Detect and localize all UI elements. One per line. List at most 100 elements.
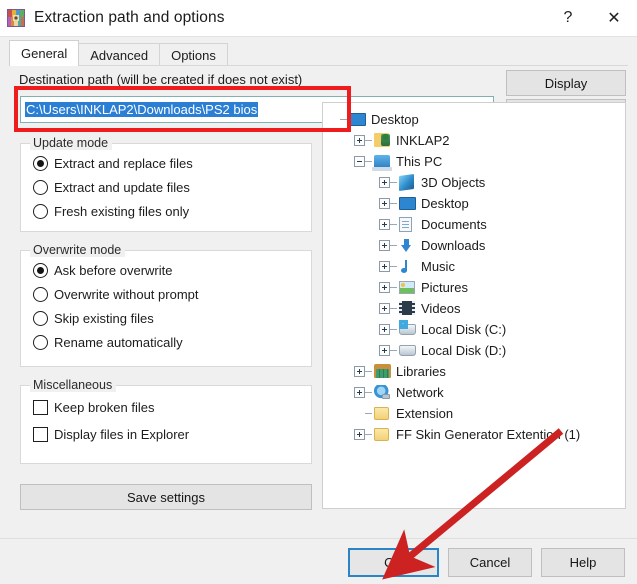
destination-path-value: C:\Users\INKLAP2\Downloads\PS2 bios xyxy=(25,102,259,117)
folder-icon-glyph xyxy=(374,427,389,441)
tree-item[interactable]: Extension xyxy=(323,403,625,424)
tree-item[interactable]: INKLAP2 xyxy=(323,130,625,151)
documents-icon-glyph xyxy=(399,216,412,232)
tree-item[interactable]: FF Skin Generator Extention (1) xyxy=(323,424,625,445)
tree-item[interactable]: Videos xyxy=(323,298,625,319)
expand-plus-icon[interactable] xyxy=(379,324,390,335)
tab-general[interactable]: General xyxy=(9,40,80,66)
miscellaneous-group: Miscellaneous Keep broken files Display … xyxy=(20,378,312,464)
title-bar: Extraction path and options ? ✕ xyxy=(0,0,637,36)
expand-plus-icon[interactable] xyxy=(379,345,390,356)
close-icon[interactable]: ✕ xyxy=(591,1,637,35)
this-pc-icon-glyph xyxy=(372,154,392,171)
tree-item-label: Local Disk (D:) xyxy=(421,343,507,358)
libraries-icon-glyph xyxy=(374,363,391,378)
tree-item-label: Desktop xyxy=(421,196,469,211)
expand-plus-icon[interactable] xyxy=(354,387,365,398)
tree-item[interactable]: Downloads xyxy=(323,235,625,256)
tree-item[interactable]: Libraries xyxy=(323,361,625,382)
local-disk-c-icon-glyph xyxy=(399,319,416,335)
radio-ask-before-overwrite[interactable]: Ask before overwrite xyxy=(33,260,173,280)
tree-item[interactable]: Local Disk (D:) xyxy=(323,340,625,361)
window-title: Extraction path and options xyxy=(34,9,225,26)
expand-plus-icon[interactable] xyxy=(379,240,390,251)
folder-icon xyxy=(374,427,391,443)
tree-item-label: Downloads xyxy=(421,238,486,253)
radio-fresh-existing-files-only[interactable]: Fresh existing files only xyxy=(33,201,189,221)
help-button[interactable]: Help xyxy=(541,548,625,577)
monitor-icon xyxy=(399,196,416,212)
expand-plus-icon[interactable] xyxy=(379,177,390,188)
tree-item[interactable]: Pictures xyxy=(323,277,625,298)
option-label: Ask before overwrite xyxy=(54,262,173,278)
3d-objects-icon xyxy=(399,173,416,191)
help-icon[interactable]: ? xyxy=(545,1,591,35)
tree-item[interactable]: Desktop xyxy=(323,193,625,214)
option-label: Overwrite without prompt xyxy=(54,286,199,302)
tree-connector xyxy=(365,161,372,162)
network-icon-glyph xyxy=(374,384,390,399)
downloads-icon xyxy=(399,238,416,254)
tab-options[interactable]: Options xyxy=(159,43,228,66)
ok-button[interactable]: OK xyxy=(348,548,439,577)
radio-overwrite-without-prompt[interactable]: Overwrite without prompt xyxy=(33,284,199,304)
tree-item[interactable]: This PC xyxy=(323,151,625,172)
option-label: Skip existing files xyxy=(54,310,154,326)
tree-connector xyxy=(390,266,397,267)
cancel-button[interactable]: Cancel xyxy=(448,548,532,577)
tree-item-label: FF Skin Generator Extention (1) xyxy=(396,427,581,442)
radio-skip-existing-files[interactable]: Skip existing files xyxy=(33,308,154,328)
expand-plus-icon[interactable] xyxy=(379,261,390,272)
radio-extract-and-update-files[interactable]: Extract and update files xyxy=(33,177,190,197)
tab-advanced[interactable]: Advanced xyxy=(78,43,161,66)
display-button[interactable]: Display xyxy=(506,70,626,96)
radio-rename-automatically[interactable]: Rename automatically xyxy=(33,332,183,352)
update-mode-title: Update mode xyxy=(30,136,113,150)
tree-connector xyxy=(390,287,397,288)
winrar-books-icon xyxy=(7,9,25,27)
tree-item[interactable]: Music xyxy=(323,256,625,277)
expand-plus-icon[interactable] xyxy=(379,303,390,314)
tree-item[interactable]: Local Disk (C:) xyxy=(323,319,625,340)
expand-plus-icon[interactable] xyxy=(354,429,365,440)
checkbox-keep-broken-files[interactable]: Keep broken files xyxy=(33,397,154,417)
option-label: Extract and replace files xyxy=(54,155,193,171)
collapse-minus-icon[interactable] xyxy=(354,156,365,167)
checkbox-icon xyxy=(33,399,48,415)
option-label: Keep broken files xyxy=(54,399,155,415)
tree-connector xyxy=(390,203,397,204)
folder-tree-panel[interactable]: Desktop INKLAP2 This PC 3D Objects Desktop Do… xyxy=(322,102,626,509)
tree-connector xyxy=(390,350,397,351)
window-controls: ? ✕ xyxy=(545,0,637,36)
tree-connector xyxy=(390,308,397,309)
network-icon xyxy=(374,384,391,401)
tree-item-label: Network xyxy=(396,385,444,400)
expand-plus-icon[interactable] xyxy=(379,198,390,209)
tree-item-label: Pictures xyxy=(421,280,468,295)
tree-item[interactable]: Desktop xyxy=(323,109,625,130)
radio-icon-checked xyxy=(33,155,48,171)
radio-icon xyxy=(33,334,48,350)
tree-item[interactable]: Network xyxy=(323,382,625,403)
this-pc-icon xyxy=(372,154,392,171)
tree-connector xyxy=(390,224,397,225)
tree-item-label: 3D Objects xyxy=(421,175,486,190)
tree-item[interactable]: Documents xyxy=(323,214,625,235)
user-folder-icon-glyph xyxy=(374,132,390,147)
general-tab-page: Destination path (will be created if doe… xyxy=(9,66,628,575)
folder-tree: Desktop INKLAP2 This PC 3D Objects Desktop Do… xyxy=(323,103,625,445)
checkbox-display-files-in-explorer[interactable]: Display files in Explorer xyxy=(33,424,189,444)
expand-plus-icon[interactable] xyxy=(354,135,365,146)
radio-extract-and-replace-files[interactable]: Extract and replace files xyxy=(33,153,193,173)
save-settings-button[interactable]: Save settings xyxy=(20,484,312,510)
tree-item-label: Local Disk (C:) xyxy=(421,322,507,337)
tree-connector xyxy=(365,371,372,372)
expand-plus-icon[interactable] xyxy=(379,219,390,230)
user-folder-icon xyxy=(374,132,391,149)
tree-item-label: Extension xyxy=(396,406,454,421)
folder-icon xyxy=(374,406,391,422)
tree-item-label: INKLAP2 xyxy=(396,133,450,148)
expand-plus-icon[interactable] xyxy=(354,366,365,377)
expand-plus-icon[interactable] xyxy=(379,282,390,293)
tree-item[interactable]: 3D Objects xyxy=(323,172,625,193)
